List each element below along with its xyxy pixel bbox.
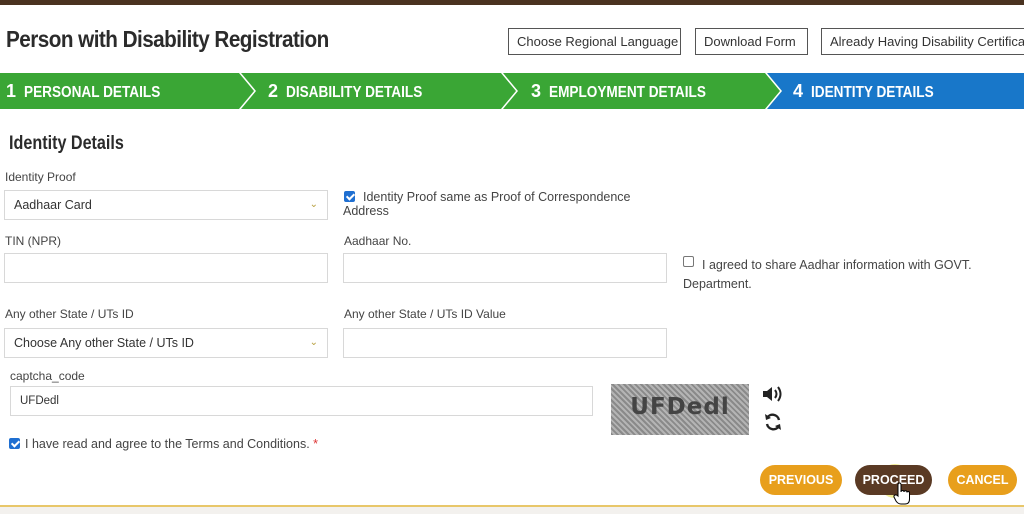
step-label: IDENTITY DETAILS [811, 84, 934, 101]
captcha-image-text: UFDedl [630, 394, 730, 420]
captcha-image: UFDedl [611, 384, 749, 435]
same-as-correspondence-label: Identity Proof same as Proof of Correspo… [343, 190, 631, 218]
step-number: 1 [6, 81, 17, 101]
required-mark: * [313, 437, 319, 451]
identity-proof-select[interactable]: Aadhaar Card ⌄ [4, 190, 328, 220]
other-state-id-value: Choose Any other State / UTs ID [14, 336, 194, 350]
tin-label: TIN (NPR) [5, 234, 61, 248]
other-state-id-label: Any other State / UTs ID [5, 307, 134, 321]
aadhaar-input[interactable] [343, 253, 667, 283]
tin-input[interactable] [4, 253, 328, 283]
identity-proof-label: Identity Proof [5, 170, 76, 184]
step-number: 3 [531, 81, 542, 101]
aadhaar-share-label: I agreed to share Aadhar information wit… [683, 258, 972, 291]
download-form-button[interactable]: Download Form [695, 28, 808, 55]
page-title: Person with Disability Registration [6, 26, 329, 52]
step-identity-details[interactable]: 4 IDENTITY DETAILS [766, 73, 1024, 109]
refresh-icon[interactable] [763, 412, 783, 432]
step-disability-details[interactable]: 2 DISABILITY DETAILS [240, 73, 518, 109]
step-employment-details[interactable]: 3 EMPLOYMENT DETAILS [502, 73, 782, 109]
chevron-down-icon: ⌄ [309, 337, 318, 348]
footer-strip [0, 505, 1024, 514]
top-strip [0, 0, 1024, 5]
section-title: Identity Details [9, 133, 124, 154]
other-state-id-select[interactable]: Choose Any other State / UTs ID ⌄ [4, 328, 328, 358]
terms-checkbox[interactable] [9, 438, 20, 449]
speaker-icon[interactable] [762, 385, 784, 403]
other-state-id-value-input[interactable] [343, 328, 667, 358]
terms-text: I have read and agree to the Terms and C… [25, 437, 310, 451]
previous-button[interactable]: PREVIOUS [760, 465, 842, 495]
existing-certificate-button[interactable]: Already Having Disability Certifica [821, 28, 1024, 55]
step-personal-details[interactable]: 1 PERSONAL DETAILS [0, 73, 256, 109]
cancel-button[interactable]: CANCEL [948, 465, 1017, 495]
aadhaar-label: Aadhaar No. [344, 234, 412, 248]
step-number: 4 [793, 81, 804, 101]
captcha-label: captcha_code [10, 369, 85, 383]
step-progress-bar: 1 PERSONAL DETAILS 2 DISABILITY DETAILS 3E… [0, 73, 1024, 109]
step-label: EMPLOYMENT DETAILS [549, 84, 706, 101]
terms-label: I have read and agree to the Terms and C… [25, 437, 318, 451]
chevron-down-icon: ⌄ [309, 199, 318, 210]
hand-cursor-icon [893, 482, 910, 505]
other-state-id-value-label: Any other State / UTs ID Value [344, 307, 506, 321]
identity-proof-value: Aadhaar Card [14, 198, 92, 212]
choose-language-button[interactable]: Choose Regional Language [508, 28, 681, 55]
step-label: DISABILITY DETAILS [286, 84, 423, 101]
step-number: 2 [268, 81, 279, 101]
step-label: PERSONAL DETAILS [24, 84, 161, 101]
captcha-input[interactable]: UFDedl [10, 386, 593, 416]
